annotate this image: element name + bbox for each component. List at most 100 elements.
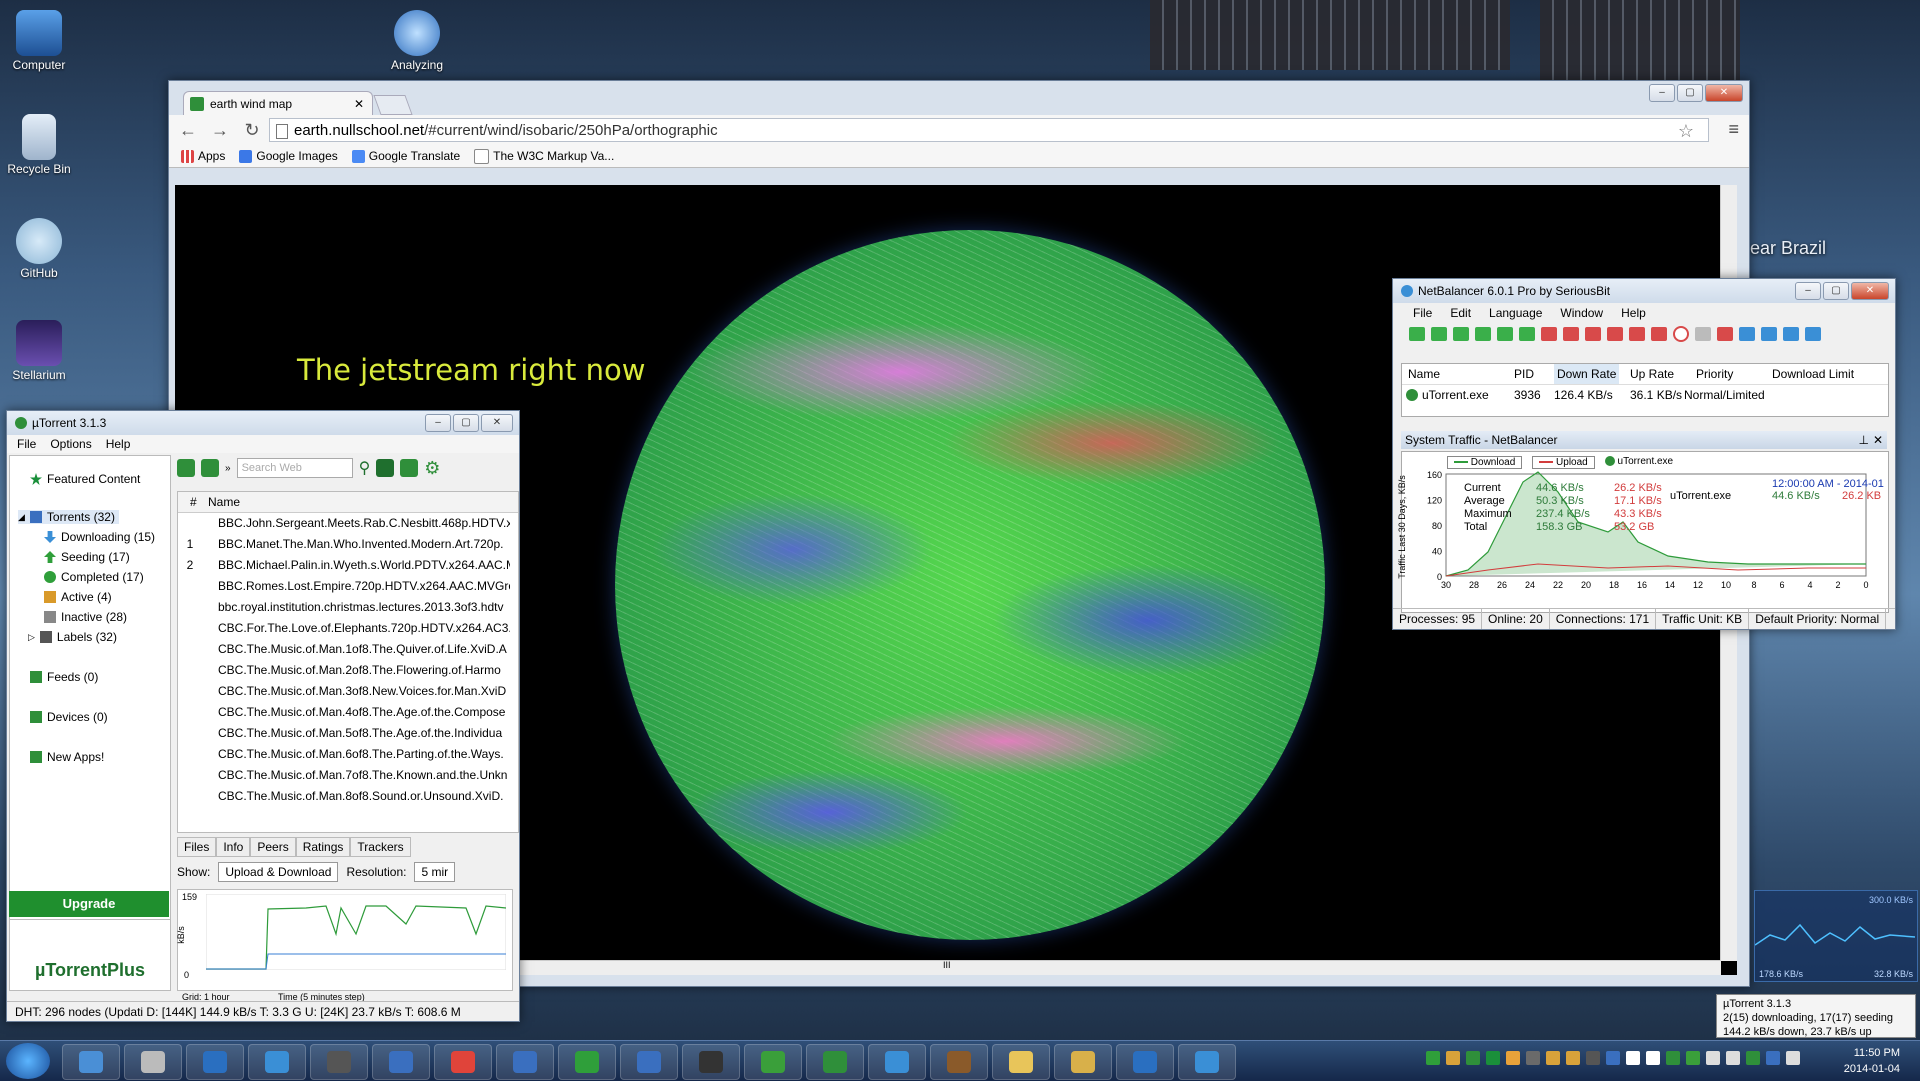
bookmark-google-images[interactable]: Google Images	[239, 149, 338, 163]
pin-icon[interactable]: ⊥	[1859, 431, 1869, 449]
taskbar-button[interactable]	[806, 1044, 864, 1080]
gear-icon[interactable]: ⚙	[424, 458, 440, 479]
bookmark-w3c[interactable]: The W3C Markup Va...	[474, 148, 614, 164]
reload-icon[interactable]: ↻	[241, 120, 263, 141]
close-button[interactable]: ✕	[1705, 84, 1743, 102]
column-header-number[interactable]: #	[190, 492, 197, 512]
tray-icon[interactable]	[1526, 1051, 1540, 1065]
taskbar-button[interactable]	[310, 1044, 368, 1080]
menu-help[interactable]: Help	[1621, 306, 1646, 320]
forward-arrow-icon[interactable]: →	[209, 120, 231, 141]
table-row[interactable]: CBC.The.Music.of.Man.8of8.Sound.or.Unsou…	[178, 786, 518, 807]
priority-down-icon[interactable]	[1519, 327, 1535, 341]
priority-down-icon[interactable]	[1453, 327, 1469, 341]
maximize-button[interactable]: ▢	[1823, 282, 1849, 300]
column-header-priority[interactable]: Priority	[1696, 364, 1733, 384]
taskbar-button[interactable]	[62, 1044, 120, 1080]
address-bar[interactable]: earth.nullschool.net/#current/wind/isoba…	[269, 118, 1709, 142]
expand-icon[interactable]: ◢	[18, 512, 25, 523]
mute-icon[interactable]	[1717, 327, 1733, 341]
column-header-pid[interactable]: PID	[1514, 364, 1534, 384]
minimize-button[interactable]: –	[1795, 282, 1821, 300]
tab-ratings[interactable]: Ratings	[295, 837, 351, 857]
filter-icon[interactable]	[1739, 327, 1755, 341]
chart-icon[interactable]	[1761, 327, 1777, 341]
tray-icon[interactable]	[1686, 1051, 1700, 1065]
tray-icon[interactable]	[1666, 1051, 1680, 1065]
block-icon[interactable]	[1673, 326, 1689, 342]
rules-icon[interactable]	[1783, 327, 1799, 341]
priority-down-icon[interactable]	[1497, 327, 1513, 341]
taskbar-button[interactable]	[682, 1044, 740, 1080]
priority-up-icon[interactable]	[1629, 327, 1645, 341]
desktop-icon-computer[interactable]: Computer	[2, 10, 76, 72]
minimize-button[interactable]: –	[1649, 84, 1675, 102]
tray-icon[interactable]	[1486, 1051, 1500, 1065]
priority-down-icon[interactable]	[1475, 327, 1491, 341]
tray-icon[interactable]	[1566, 1051, 1580, 1065]
upgrade-button[interactable]: Upgrade	[9, 891, 169, 917]
minimize-button[interactable]: –	[425, 414, 451, 432]
desktop-icon-github[interactable]: GitHub	[2, 218, 76, 280]
tray-icon[interactable]	[1586, 1051, 1600, 1065]
wind-globe-map[interactable]	[615, 230, 1325, 940]
sidebar-item-devices[interactable]: Devices (0)	[30, 710, 108, 724]
sidebar-item-active[interactable]: Active (4)	[44, 590, 112, 604]
table-row[interactable]: 1 BBC.Manet.The.Man.Who.Invented.Modern.A…	[178, 534, 518, 555]
taskbar-button[interactable]	[558, 1044, 616, 1080]
taskbar-button[interactable]	[434, 1044, 492, 1080]
utorrent-plus-logo[interactable]: µTorrentPlus	[9, 919, 171, 991]
taskbar-button[interactable]	[124, 1044, 182, 1080]
list-view-icon[interactable]	[376, 459, 395, 477]
desktop-icon-stellarium[interactable]: Stellarium	[2, 320, 76, 382]
table-row[interactable]: CBC.The.Music.of.Man.2of8.The.Flowering.…	[178, 660, 518, 681]
taskbar-button[interactable]	[620, 1044, 678, 1080]
taskbar-button[interactable]	[248, 1044, 306, 1080]
tray-icon[interactable]	[1466, 1051, 1480, 1065]
remote-icon[interactable]	[400, 459, 419, 477]
tray-icon[interactable]	[1646, 1051, 1660, 1065]
new-tab-button[interactable]	[373, 95, 413, 115]
tab-close-icon[interactable]: ✕	[354, 92, 364, 116]
tab-trackers[interactable]: Trackers	[350, 837, 411, 857]
taskbar-button[interactable]	[744, 1044, 802, 1080]
panel-close-icon[interactable]: ✕	[1873, 431, 1883, 449]
tab-files[interactable]: Files	[177, 837, 217, 857]
table-row[interactable]: CBC.The.Music.of.Man.5of8.The.Age.of.the…	[178, 723, 518, 744]
sidebar-item-new-apps[interactable]: New Apps!	[30, 750, 104, 764]
table-row[interactable]: CBC.The.Music.of.Man.1of8.The.Quiver.of.…	[178, 639, 518, 660]
menu-file[interactable]: File	[1413, 306, 1432, 320]
star-icon[interactable]: ☆	[1678, 119, 1694, 143]
menu-file[interactable]: File	[17, 437, 36, 451]
sidebar-item-downloading[interactable]: Downloading (15)	[44, 530, 155, 544]
tray-icon[interactable]	[1506, 1051, 1520, 1065]
taskbar-button[interactable]	[1178, 1044, 1236, 1080]
taskbar-button[interactable]	[1116, 1044, 1174, 1080]
taskbar-button[interactable]	[868, 1044, 926, 1080]
search-input[interactable]: Search Web	[236, 458, 353, 478]
tray-icon[interactable]	[1746, 1051, 1760, 1065]
menu-language[interactable]: Language	[1489, 306, 1542, 320]
taskbar-button[interactable]	[992, 1044, 1050, 1080]
menu-icon[interactable]: ≡	[1728, 119, 1739, 140]
network-meter-gadget[interactable]: 300.0 KB/s 178.6 KB/s 32.8 KB/s	[1754, 890, 1918, 982]
sidebar-item-completed[interactable]: Completed (17)	[44, 570, 144, 584]
close-button[interactable]: ✕	[1851, 282, 1889, 300]
table-row[interactable]: bbc.royal.institution.christmas.lectures…	[178, 597, 518, 618]
column-header-download-limit[interactable]: Download Limit	[1772, 364, 1854, 384]
clock[interactable]: 11:50 PM 2014-01-04	[1844, 1045, 1900, 1077]
menu-help[interactable]: Help	[106, 437, 131, 451]
table-row[interactable]: BBC.John.Sergeant.Meets.Rab.C.Nesbitt.46…	[178, 513, 518, 534]
menu-edit[interactable]: Edit	[1450, 306, 1471, 320]
taskbar-button[interactable]	[496, 1044, 554, 1080]
tray-icon[interactable]	[1446, 1051, 1460, 1065]
close-button[interactable]: ✕	[481, 414, 513, 432]
table-row[interactable]: CBC.The.Music.of.Man.3of8.New.Voices.for…	[178, 681, 518, 702]
tray-icon[interactable]	[1726, 1051, 1740, 1065]
column-header-name[interactable]: Name	[208, 492, 240, 512]
resolution-select[interactable]: 5 mir	[414, 862, 456, 882]
taskbar-button[interactable]	[372, 1044, 430, 1080]
sidebar-item-torrents[interactable]: ◢ Torrents (32)	[18, 510, 119, 524]
bookmark-apps[interactable]: Apps	[181, 149, 225, 163]
bookmark-google-translate[interactable]: Google Translate	[351, 149, 460, 163]
